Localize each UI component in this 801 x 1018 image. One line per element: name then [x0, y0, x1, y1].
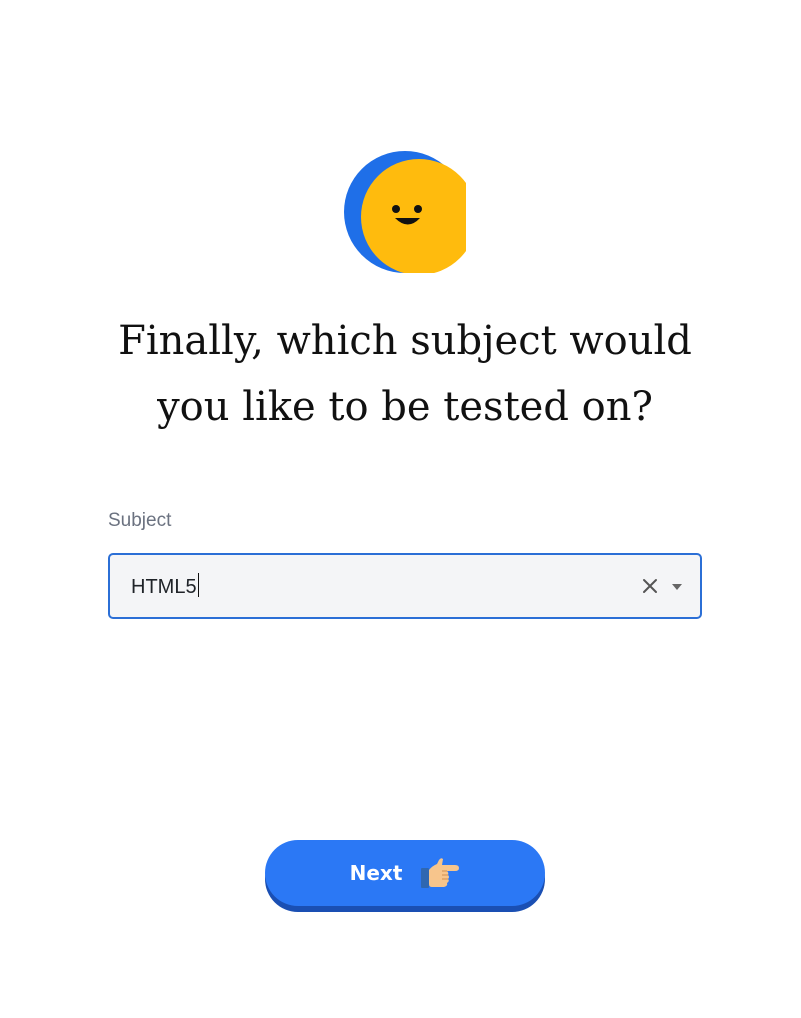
chevron-down-icon[interactable] [671, 583, 683, 591]
next-button-content: Next [265, 840, 545, 906]
next-button-label: Next [349, 861, 403, 885]
pointing-hand-icon [421, 858, 460, 888]
subject-value: HTML5 [131, 576, 197, 598]
close-icon[interactable] [640, 576, 660, 596]
page-title: Finally, which subject would you like to … [60, 308, 750, 440]
title-line-1: Finally, which subject would [118, 318, 692, 364]
smiling-face-mascot-icon [344, 151, 466, 273]
next-button[interactable]: Next [265, 840, 545, 906]
subject-select[interactable]: HTML5 [108, 553, 702, 619]
text-cursor [197, 573, 199, 597]
subject-input[interactable]: HTML5 [131, 573, 611, 599]
mascot-logo [344, 151, 466, 273]
subject-label: Subject [108, 510, 172, 531]
title-line-2: you like to be tested on? [157, 384, 653, 430]
